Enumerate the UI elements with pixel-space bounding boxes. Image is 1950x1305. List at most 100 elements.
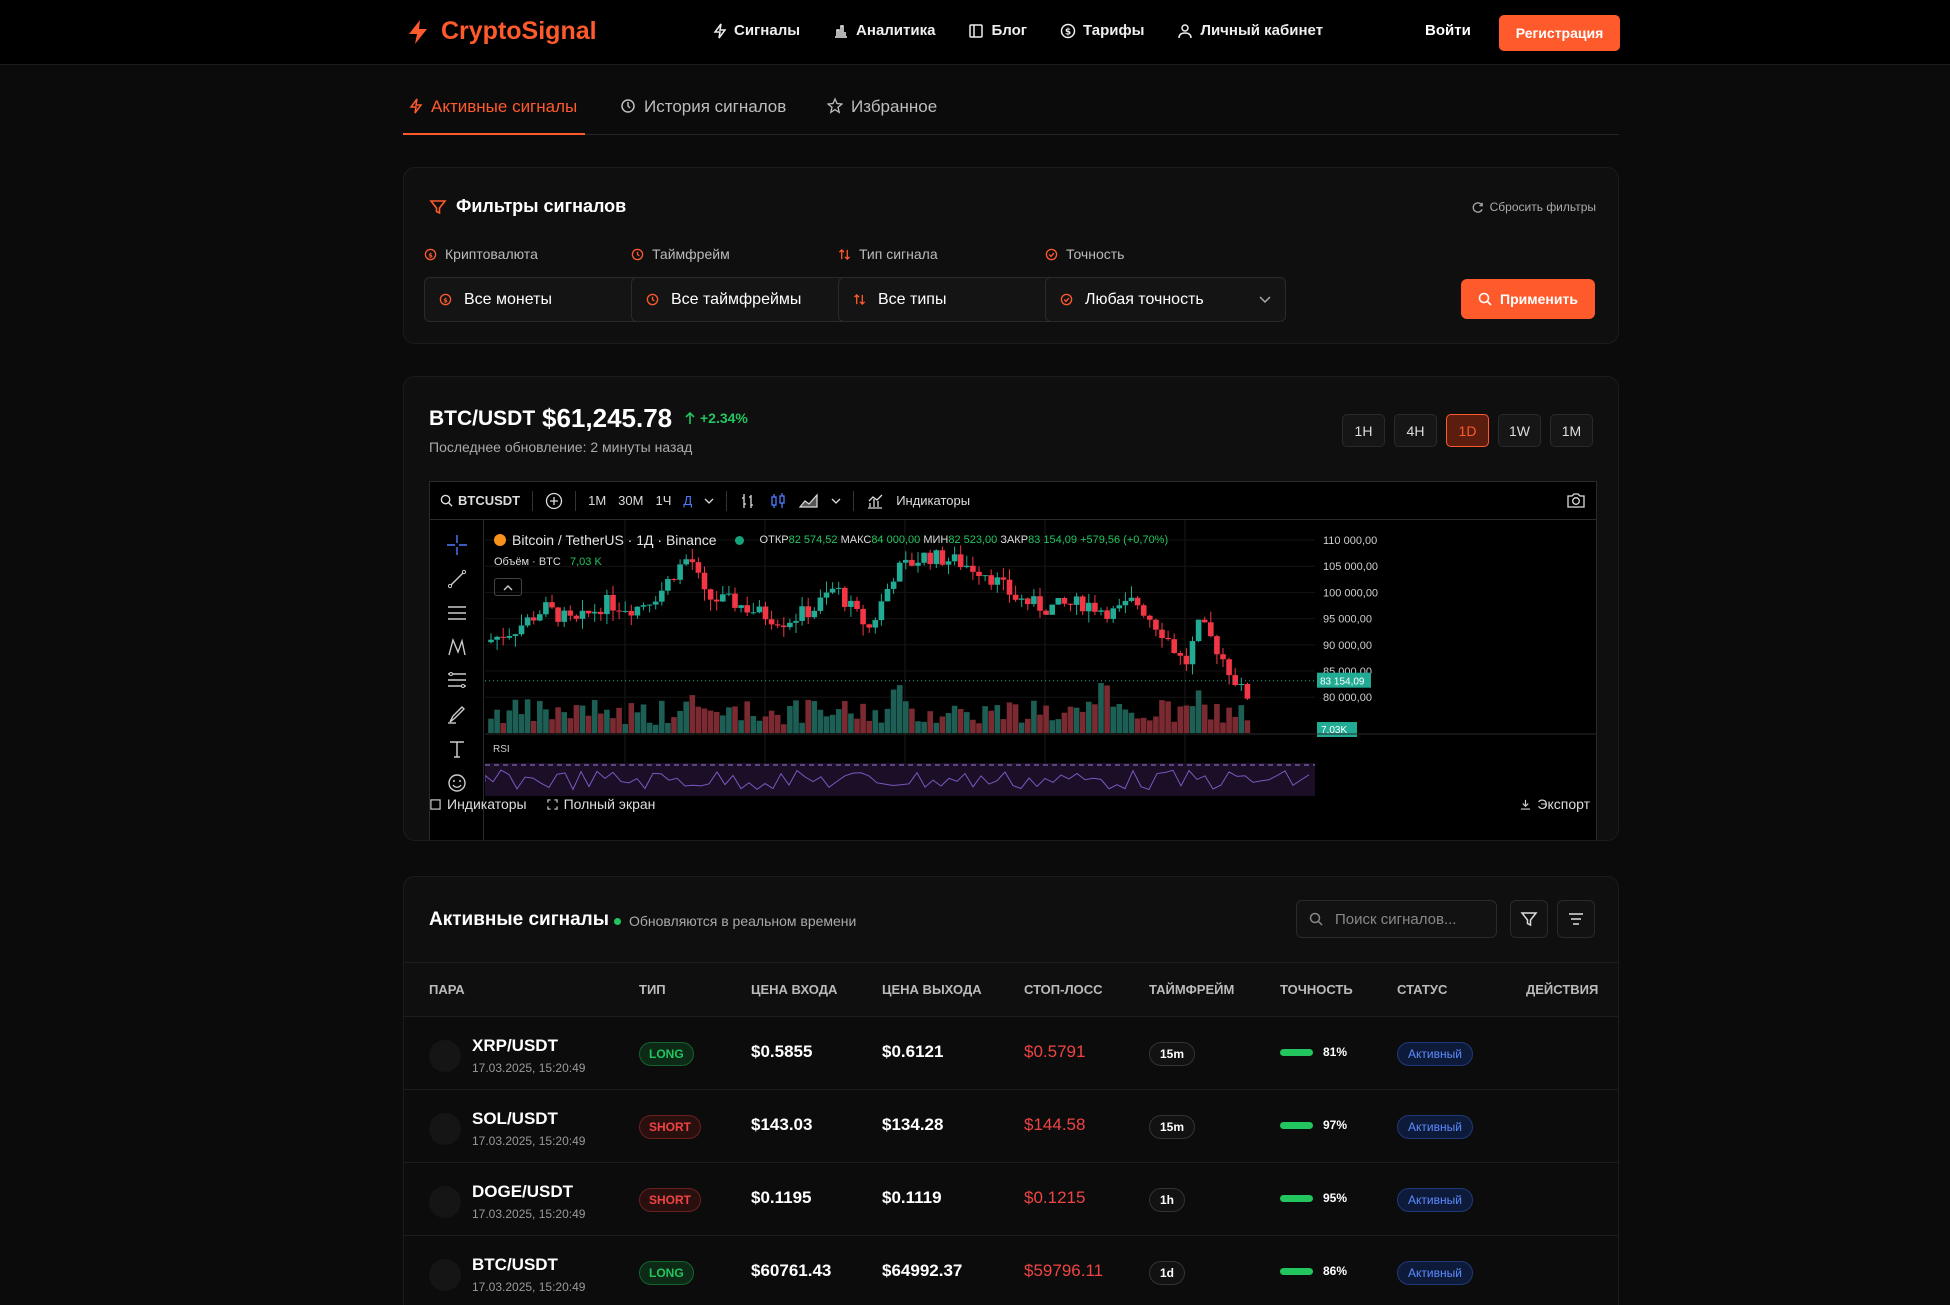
crosshair-icon[interactable] [446, 534, 468, 556]
nav-signals[interactable]: Сигналы [713, 22, 800, 39]
candle-body [500, 636, 506, 638]
candles-icon[interactable] [769, 492, 787, 510]
register-button[interactable]: Регистрация [1499, 15, 1620, 51]
accuracy-select[interactable]: Любая точность [1045, 277, 1286, 322]
col-status[interactable]: СТАТУС [1397, 982, 1447, 997]
text-tool-icon[interactable] [446, 738, 468, 760]
horizontal-lines-icon[interactable] [446, 602, 468, 624]
signal-type-select[interactable]: Все типы [838, 277, 1079, 322]
bar-style-icon[interactable] [739, 492, 757, 510]
col-actions: ДЕЙСТВИЯ [1526, 982, 1599, 997]
search-icon [1478, 292, 1492, 306]
tab-signal-history[interactable]: История сигналов [614, 91, 792, 135]
col-stoploss[interactable]: СТОП-ЛОСС [1024, 982, 1102, 997]
table-row[interactable]: DOGE/USDT 17.03.2025, 15:20:49 SHORT $0.… [404, 1163, 1618, 1236]
candle-body [1140, 605, 1147, 616]
tv-interval-1m[interactable]: 1М [588, 493, 606, 508]
row-date: 17.03.2025, 15:20:49 [472, 1061, 586, 1075]
trend-line-icon[interactable] [446, 568, 468, 590]
candle-body [1177, 653, 1184, 656]
fib-icon[interactable] [446, 670, 468, 692]
timeframe-1w-button[interactable]: 1W [1498, 414, 1541, 447]
camera-icon[interactable] [1566, 492, 1586, 509]
login-link[interactable]: Войти [1425, 22, 1471, 39]
emoji-icon[interactable] [446, 772, 468, 794]
tv-interval-30m[interactable]: 30М [618, 493, 643, 508]
table-row[interactable]: XRP/USDT 17.03.2025, 15:20:49 LONG $0.58… [404, 1017, 1618, 1090]
brush-icon[interactable] [446, 704, 468, 726]
nav-blog[interactable]: Блог [968, 22, 1027, 39]
candlestick-chart[interactable]: 110 000,00 105 000,00 100 000,00 95 000,00 9… [485, 520, 1597, 796]
accuracy-bar [1280, 1267, 1313, 1275]
export-button[interactable]: Экспорт [1520, 796, 1598, 812]
add-symbol-icon[interactable] [545, 492, 563, 510]
volume-bar [750, 716, 757, 733]
signals-search-input[interactable]: Поиск сигналов... [1296, 900, 1497, 938]
col-exit[interactable]: ЦЕНА ВЫХОДА [882, 982, 982, 997]
col-entry[interactable]: ЦЕНА ВХОДА [751, 982, 837, 997]
indicators-icon [868, 494, 883, 509]
row-accuracy: 81% [1280, 1045, 1347, 1059]
row-timeframe-badge: 1d [1149, 1261, 1186, 1285]
chevron-down-icon[interactable] [704, 497, 714, 505]
chevron-down-icon[interactable] [831, 497, 841, 505]
sort-button[interactable] [1557, 900, 1595, 938]
volume-bar [1098, 683, 1104, 733]
logo[interactable]: CryptoSignal [407, 17, 597, 46]
filter-button[interactable] [1510, 900, 1548, 938]
volume-bar [1031, 700, 1037, 733]
nav-pricing-label: Тарифы [1082, 22, 1145, 39]
tv-ohlc: ОТКР82 574,52 МАКС84 000,00 МИН82 523,00… [760, 534, 1169, 546]
timeframe-4h-button[interactable]: 4H [1394, 414, 1437, 447]
tab-favorites[interactable]: Избранное [821, 91, 943, 135]
table-row[interactable]: BTC/USDT 17.03.2025, 15:20:49 LONG $6076… [404, 1236, 1618, 1305]
candle-body [964, 565, 970, 568]
timeframe-1h-button[interactable]: 1H [1342, 414, 1385, 447]
nav-account[interactable]: Личный кабинет [1177, 22, 1323, 39]
tv-indicators-button[interactable]: Индикаторы [896, 493, 970, 508]
y-axis-tick: 110 000,00 [1323, 535, 1377, 547]
candle-body [774, 624, 781, 626]
candle-body [1183, 655, 1190, 665]
bottom-indicators-button[interactable]: Индикаторы [430, 796, 527, 812]
tv-symbol-search[interactable]: BTCUSDT [440, 493, 520, 508]
reset-filters-button[interactable]: Сбросить фильтры [1471, 200, 1596, 214]
candle-body [659, 590, 665, 602]
volume-bar [1067, 706, 1074, 733]
nav-pricing[interactable]: $ Тарифы [1060, 22, 1144, 39]
row-stoploss: $0.5791 [1024, 1042, 1086, 1061]
rsi-label: RSI [493, 744, 510, 755]
volume-bar [567, 718, 574, 733]
apply-filters-button[interactable]: Применить [1461, 279, 1595, 319]
timeframe-1m-button[interactable]: 1M [1550, 414, 1593, 447]
legend-collapse-button[interactable] [494, 578, 522, 596]
area-chart-icon[interactable] [799, 492, 819, 510]
select-value: Все монеты [464, 290, 552, 308]
timeframe-select[interactable]: Все таймфреймы [631, 277, 872, 322]
col-timeframe[interactable]: ТАЙМФРЕЙМ [1149, 982, 1234, 997]
row-timeframe-badge: 1h [1149, 1188, 1186, 1212]
volume-bar [1018, 722, 1025, 733]
candle-body [860, 608, 866, 625]
col-type[interactable]: ТИП [639, 982, 666, 997]
tv-interval-day[interactable]: Д [683, 493, 692, 508]
volume-bar [677, 710, 683, 733]
volume-bar [799, 722, 805, 733]
volume-bar [957, 709, 964, 733]
col-pair[interactable]: ПАРА [429, 982, 465, 997]
volume-bar [1110, 706, 1116, 733]
tab-active-signals[interactable]: Активные сигналы [403, 91, 585, 135]
pattern-icon[interactable] [446, 636, 468, 658]
volume-bar [872, 710, 879, 733]
candle-body [1165, 637, 1171, 640]
col-accuracy[interactable]: ТОЧНОСТЬ [1280, 982, 1353, 997]
nav-analytics[interactable]: Аналитика [833, 22, 935, 39]
volume-bar [982, 706, 988, 733]
fullscreen-button[interactable]: Полный экран [546, 796, 655, 812]
volume-bar [805, 699, 811, 733]
timeframe-1d-button[interactable]: 1D [1446, 414, 1489, 447]
nav-blog-label: Блог [991, 22, 1027, 39]
table-row[interactable]: SOL/USDT 17.03.2025, 15:20:49 SHORT $143… [404, 1090, 1618, 1163]
tv-interval-1h[interactable]: 1Ч [655, 493, 671, 508]
crypto-select[interactable]: $ Все монеты [424, 277, 665, 322]
